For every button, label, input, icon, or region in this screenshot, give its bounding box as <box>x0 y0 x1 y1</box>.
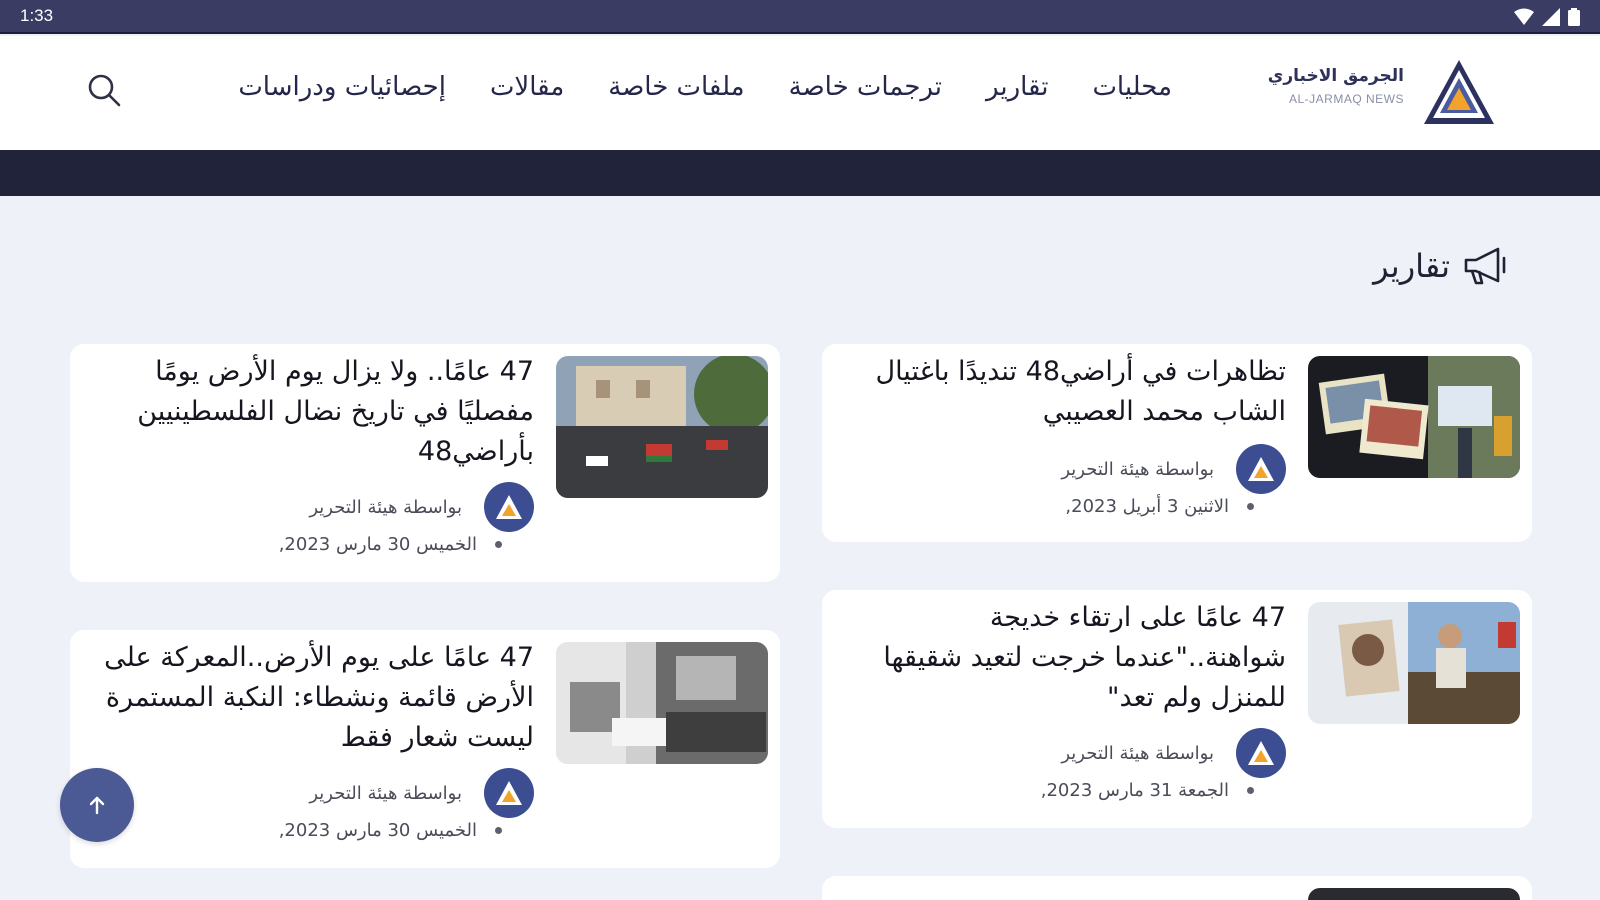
author-name[interactable]: بواسطة هيئة التحرير <box>309 497 462 518</box>
date-row: الجمعة 31 مارس 2023, <box>1041 780 1254 801</box>
article-thumbnail[interactable] <box>1308 356 1520 478</box>
header-band <box>0 150 1600 196</box>
author-avatar <box>484 482 534 532</box>
nav-item-local[interactable]: محليات <box>1092 72 1172 102</box>
section-heading: تقارير <box>1373 246 1510 286</box>
author-row: بواسطة هيئة التحرير <box>1061 444 1286 494</box>
logo-icon <box>1248 457 1274 481</box>
nav-item-articles[interactable]: مقالات <box>490 72 564 102</box>
date-row: الخميس 30 مارس 2023, <box>279 820 502 841</box>
article-title[interactable]: 47 عامًا على ارتقاء خديجة شواهنة.."عندما… <box>846 598 1286 718</box>
signal-icon <box>1542 8 1560 26</box>
bullet-dot <box>1247 503 1254 510</box>
site-header: الجرمق الاخباري AL-JARMAQ NEWS محليات تق… <box>0 36 1600 150</box>
bullet-dot <box>495 827 502 834</box>
main-nav: محليات تقارير ترجمات خاصة ملفات خاصة مقا… <box>238 72 1172 102</box>
author-name[interactable]: بواسطة هيئة التحرير <box>1061 743 1214 764</box>
logo-icon <box>1248 741 1274 765</box>
status-icons <box>1514 8 1580 26</box>
article-date: الخميس 30 مارس 2023, <box>278 820 477 841</box>
article-date: الخميس 30 مارس 2023, <box>278 534 477 555</box>
author-row: بواسطة هيئة التحرير <box>309 482 534 532</box>
article-thumbnail[interactable] <box>1308 602 1520 724</box>
article-card[interactable] <box>822 876 1532 900</box>
section-title: تقارير <box>1373 247 1450 285</box>
author-avatar <box>484 768 534 818</box>
brand-name-ar: الجرمق الاخباري <box>1267 66 1404 86</box>
article-thumbnail[interactable] <box>556 642 768 764</box>
bullet-dot <box>1247 787 1254 794</box>
article-title[interactable]: 47 عامًا على يوم الأرض..المعركة على الأر… <box>94 638 534 758</box>
nav-item-translations[interactable]: ترجمات خاصة <box>789 72 942 102</box>
article-thumbnail[interactable] <box>1308 888 1520 900</box>
wifi-icon <box>1514 8 1534 25</box>
author-avatar <box>1236 444 1286 494</box>
logo-text[interactable]: الجرمق الاخباري AL-JARMAQ NEWS <box>1268 66 1404 106</box>
back-to-top-button[interactable] <box>60 768 134 842</box>
article-date: الاثنين 3 أبريل 2023, <box>1065 496 1229 517</box>
search-icon[interactable] <box>84 70 124 110</box>
author-row: بواسطة هيئة التحرير <box>309 768 534 818</box>
article-card[interactable]: تظاهرات في أراضي48 تنديدًا باغتيال الشاب… <box>822 344 1532 542</box>
author-name[interactable]: بواسطة هيئة التحرير <box>309 783 462 804</box>
article-title[interactable]: 47 عامًا.. ولا يزال يوم الأرض يومًا مفصل… <box>94 352 534 472</box>
article-card[interactable]: 47 عامًا على يوم الأرض..المعركة على الأر… <box>70 630 780 868</box>
nav-item-special-files[interactable]: ملفات خاصة <box>608 72 744 102</box>
nav-item-reports[interactable]: تقارير <box>986 72 1048 102</box>
article-title[interactable]: تظاهرات في أراضي48 تنديدًا باغتيال الشاب… <box>846 352 1286 432</box>
logo-icon <box>496 781 522 805</box>
article-card[interactable]: 47 عامًا.. ولا يزال يوم الأرض يومًا مفصل… <box>70 344 780 582</box>
battery-icon <box>1568 8 1580 26</box>
bullet-dot <box>495 541 502 548</box>
logo-icon <box>496 495 522 519</box>
article-card[interactable]: 47 عامًا على ارتقاء خديجة شواهنة.."عندما… <box>822 590 1532 828</box>
date-row: الاثنين 3 أبريل 2023, <box>1065 496 1254 517</box>
nav-item-statistics[interactable]: إحصائيات ودراسات <box>238 72 446 102</box>
article-date: الجمعة 31 مارس 2023, <box>1040 780 1229 801</box>
arrow-up-icon <box>89 796 105 815</box>
brand-name-en: AL-JARMAQ NEWS <box>1288 92 1404 106</box>
author-avatar <box>1236 728 1286 778</box>
date-row: الخميس 30 مارس 2023, <box>279 534 502 555</box>
status-bar: 1:33 <box>0 0 1600 34</box>
status-time: 1:33 <box>20 6 54 25</box>
megaphone-icon <box>1464 247 1506 285</box>
author-row: بواسطة هيئة التحرير <box>1061 728 1286 778</box>
article-thumbnail[interactable] <box>556 356 768 498</box>
author-name[interactable]: بواسطة هيئة التحرير <box>1061 459 1214 480</box>
logo-icon[interactable] <box>1422 58 1496 128</box>
